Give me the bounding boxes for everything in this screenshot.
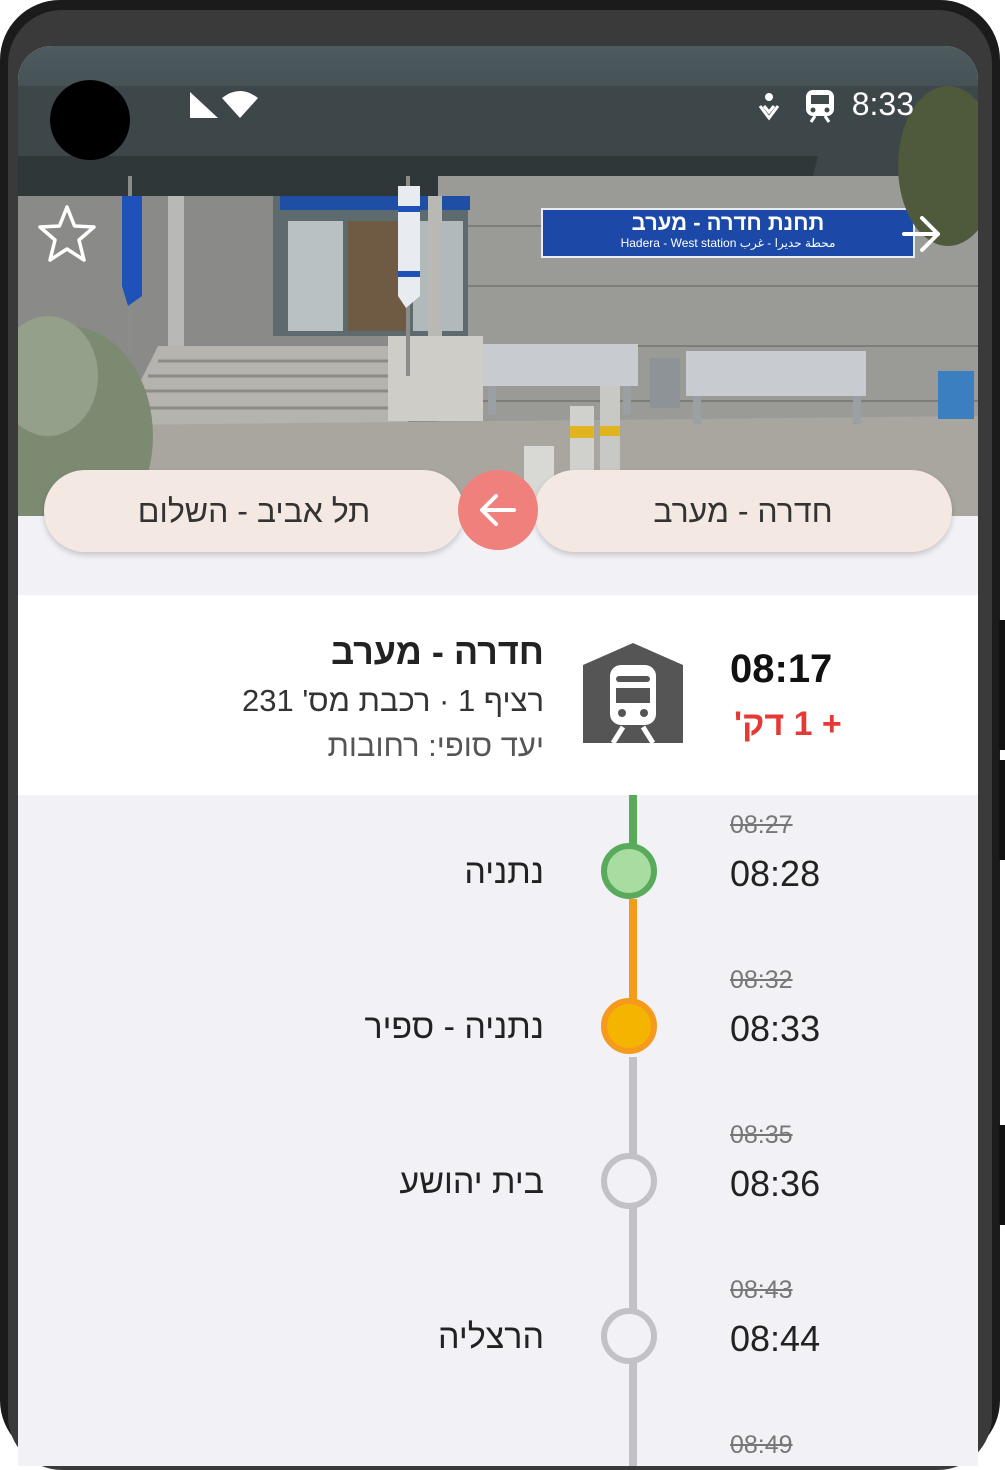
- app-screen: תחנת חדרה - מערב Hadera - West station م…: [18, 46, 978, 1466]
- origin-station-button[interactable]: חדרה - מערב: [534, 470, 952, 552]
- forward-button[interactable]: [900, 214, 944, 259]
- stop-scheduled-time: 08:49: [730, 1431, 793, 1459]
- stop-scheduled-time: 08:43: [730, 1276, 793, 1304]
- swap-direction-button[interactable]: [458, 470, 538, 550]
- stop-scheduled-time: 08:35: [730, 1121, 793, 1149]
- wifi-icon: [222, 90, 258, 125]
- departure-time: 08:17: [730, 647, 833, 691]
- timeline-segment-upcoming: [629, 1057, 637, 1466]
- stop-name: נתניה - ספיר: [364, 1008, 544, 1046]
- stop-name: בית יהושע: [399, 1163, 544, 1201]
- accessibility-icon: [756, 92, 782, 127]
- train-icon: [804, 88, 836, 129]
- origin-station-label: חדרה - מערב: [653, 492, 833, 529]
- stop-marker-current: [601, 998, 657, 1054]
- stop-marker-passed: [601, 843, 657, 899]
- departure-details: רציף 1 · רכבת מס' 231: [242, 683, 544, 718]
- stop-actual-time: 08:36: [730, 1163, 821, 1204]
- destination-station-button[interactable]: תל אביב - השלום: [44, 470, 464, 552]
- stop-actual-time: 08:33: [730, 1008, 821, 1049]
- stop-actual-time: 08:28: [730, 853, 821, 894]
- destination-station-label: תל אביב - השלום: [137, 492, 371, 529]
- stops-timeline: נתניה 08:27 08:28 נתניה - ספיר 08:32 08:…: [18, 795, 978, 1466]
- departure-station-name: חדרה - מערב: [331, 631, 544, 672]
- stop-scheduled-time: 08:32: [730, 966, 793, 994]
- stop-name: הרצליה: [438, 1318, 544, 1356]
- station-icon: [583, 643, 683, 748]
- side-button: [999, 760, 1005, 860]
- status-time: 8:33: [851, 86, 914, 122]
- star-icon: [38, 205, 96, 262]
- favorite-star-button[interactable]: [36, 204, 98, 269]
- side-button: [999, 1125, 1005, 1225]
- stop-marker-upcoming: [601, 1308, 657, 1364]
- arrow-left-icon: [480, 494, 516, 526]
- delay-badge: + 1 דק': [734, 705, 842, 743]
- final-destination: יעד סופי: רחובות: [327, 728, 544, 763]
- departure-card[interactable]: חדרה - מערב רציף 1 · רכבת מס' 231 יעד סו…: [18, 595, 978, 795]
- station-sign-main: תחנת חדרה - מערב: [631, 210, 825, 235]
- side-button: [999, 620, 1005, 750]
- signal-icon: [188, 92, 220, 125]
- stop-marker-upcoming: [601, 1153, 657, 1209]
- front-camera: [50, 80, 130, 160]
- status-bar: 8:33: [18, 46, 978, 166]
- station-sign-sub: Hadera - West station محطة حديرا - غرب: [620, 236, 836, 250]
- stop-scheduled-time: 08:27: [730, 811, 793, 839]
- stop-name: נתניה: [464, 853, 544, 891]
- stop-actual-time: 08:44: [730, 1318, 821, 1359]
- arrow-right-icon: [902, 216, 940, 252]
